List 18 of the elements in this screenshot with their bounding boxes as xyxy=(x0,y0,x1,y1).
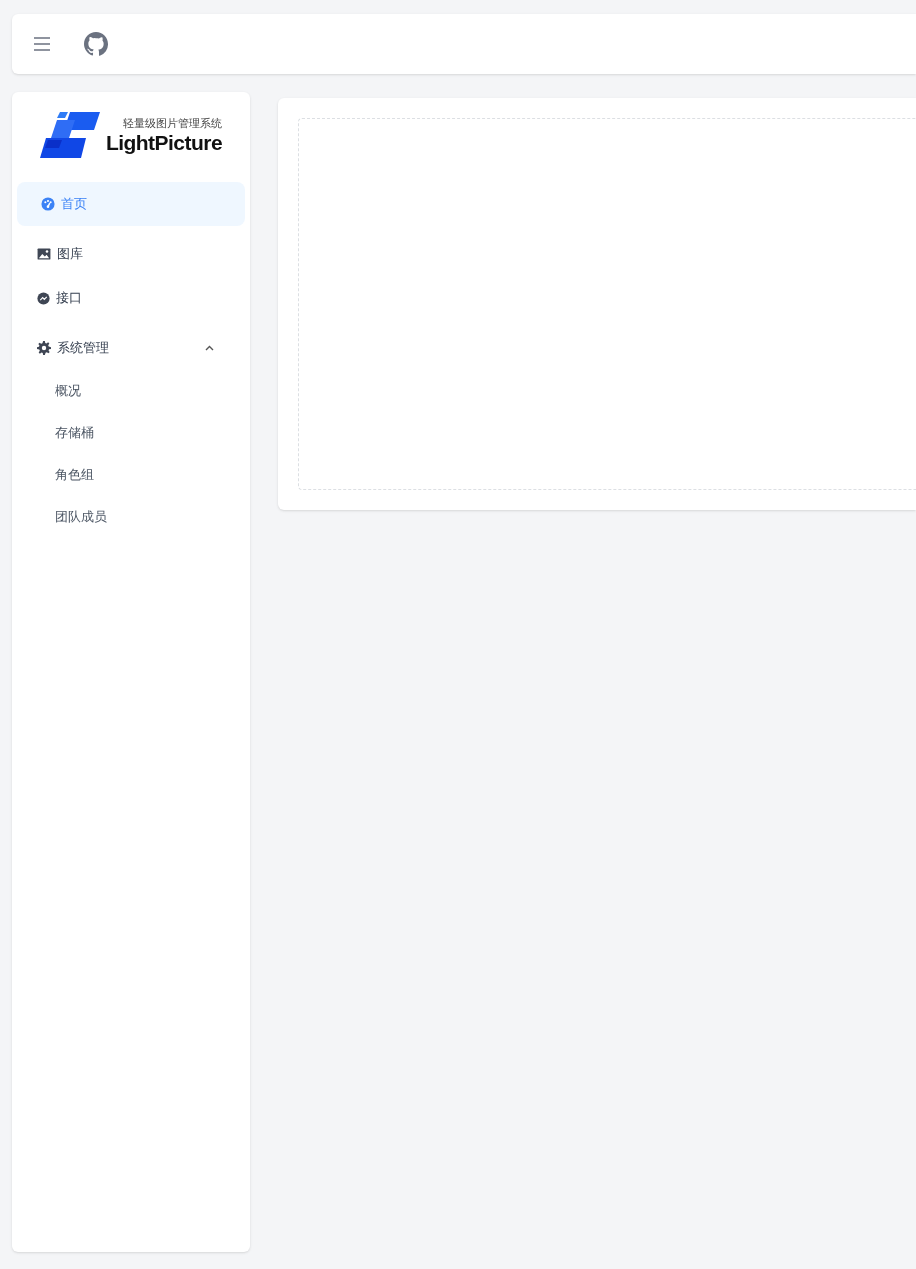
submenu-item[interactable]: 角色组 xyxy=(17,454,245,496)
gear-icon xyxy=(37,341,51,355)
logo-subtitle: 轻量级图片管理系统 xyxy=(123,116,223,131)
chevron-icon xyxy=(205,345,214,351)
github-icon[interactable] xyxy=(84,32,108,56)
menu-icon[interactable] xyxy=(34,37,50,51)
menu-item[interactable]: 接口 xyxy=(17,276,245,320)
logo-icon xyxy=(39,110,102,160)
logo-name: LightPicture xyxy=(105,131,223,155)
menu-item[interactable]: 首页 xyxy=(17,182,245,226)
gauge-icon xyxy=(41,197,55,211)
submenu-item[interactable]: 团队成员 xyxy=(17,496,245,538)
submenu-item[interactable]: 概况 xyxy=(17,370,245,412)
chart-icon xyxy=(37,291,50,305)
submenu-item[interactable]: 存储桶 xyxy=(17,412,245,454)
menu-item[interactable]: 图库 xyxy=(17,232,245,276)
menu-item[interactable]: 系统管理 xyxy=(17,326,245,370)
image-icon xyxy=(37,248,51,260)
